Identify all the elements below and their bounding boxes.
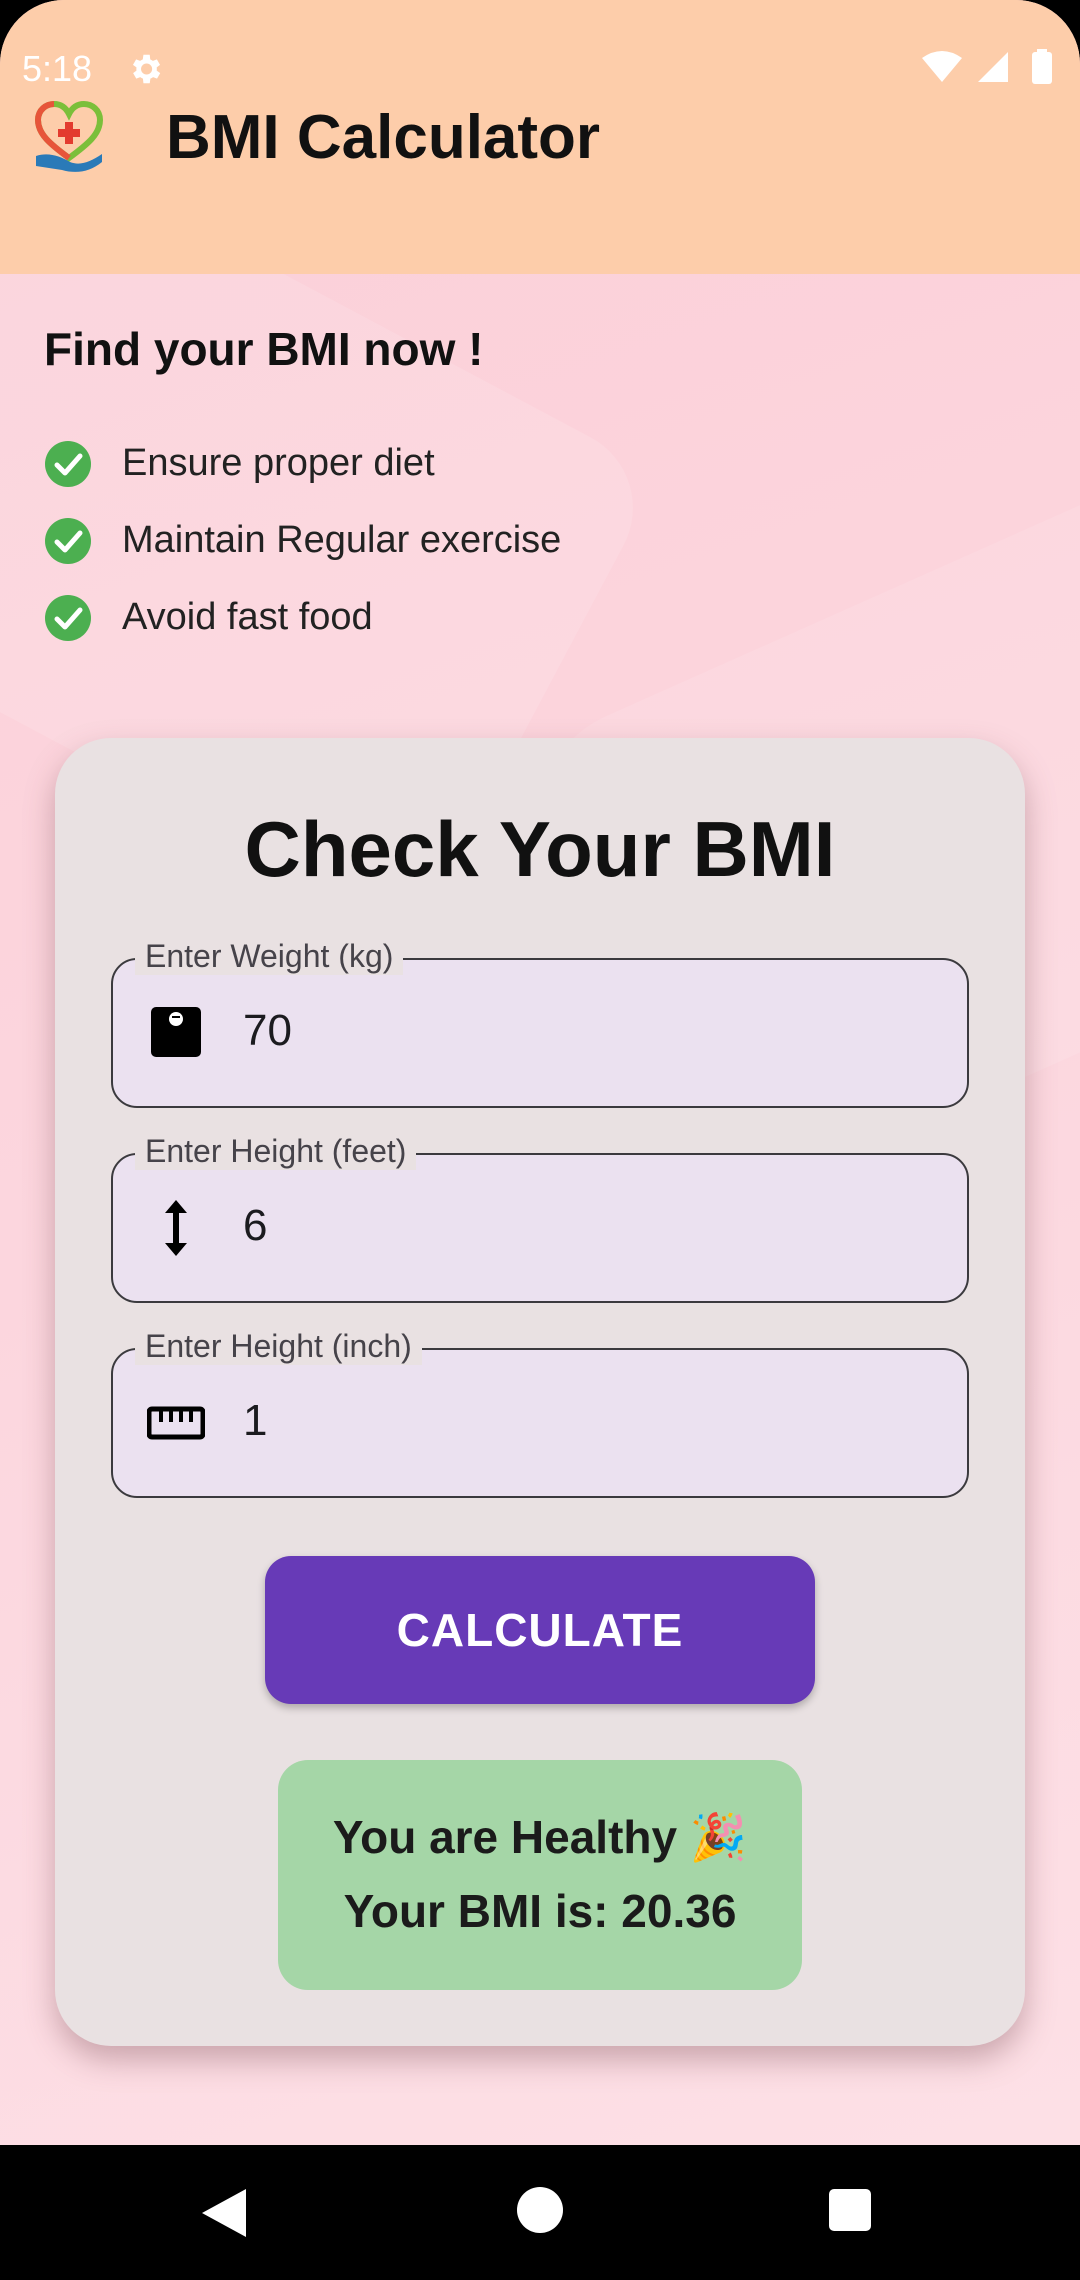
tip-label: Ensure proper diet bbox=[122, 442, 435, 484]
app-bar: 5:18 BMI Calculator bbox=[0, 0, 1080, 274]
check-circle-icon bbox=[45, 441, 91, 487]
check-circle-icon bbox=[45, 595, 91, 641]
check-circle-icon bbox=[45, 518, 91, 564]
wifi-icon bbox=[922, 51, 962, 82]
height-feet-input[interactable] bbox=[111, 1153, 969, 1303]
ruler-icon bbox=[147, 1406, 205, 1440]
settings-icon bbox=[132, 54, 161, 84]
tip-item: Avoid fast food bbox=[44, 586, 744, 646]
home-icon[interactable] bbox=[517, 2187, 563, 2233]
height-inch-value[interactable]: 1 bbox=[243, 1396, 267, 1446]
app-title: BMI Calculator bbox=[166, 103, 601, 172]
height-feet-field[interactable]: Enter Height (feet) 6 bbox=[111, 1133, 969, 1303]
status-bar: 5:18 bbox=[0, 40, 1080, 96]
tip-label: Avoid fast food bbox=[122, 596, 373, 638]
height-inch-label: Enter Height (inch) bbox=[135, 1328, 422, 1365]
tip-item: Ensure proper diet bbox=[44, 432, 744, 492]
back-icon[interactable] bbox=[200, 2187, 250, 2239]
height-inch-input[interactable] bbox=[111, 1348, 969, 1498]
calculate-button[interactable]: CALCULATE bbox=[265, 1556, 815, 1704]
height-feet-label: Enter Height (feet) bbox=[135, 1133, 417, 1170]
heart-hand-logo bbox=[34, 100, 104, 172]
result-box: You are Healthy 🎉 Your BMI is: 20.36 bbox=[278, 1760, 802, 1990]
scale-icon bbox=[151, 1007, 201, 1057]
tip-item: Maintain Regular exercise bbox=[44, 509, 744, 569]
tip-label: Maintain Regular exercise bbox=[122, 519, 562, 561]
card-title: Check Your BMI bbox=[244, 805, 836, 893]
weight-input[interactable] bbox=[111, 958, 969, 1108]
app-screen: 5:18 BMI Calculator Find your BMI now ! bbox=[0, 0, 1080, 2145]
weight-value[interactable]: 70 bbox=[243, 1006, 292, 1056]
intro-title: Find your BMI now ! bbox=[44, 323, 484, 375]
weight-label: Enter Weight (kg) bbox=[135, 938, 404, 975]
signal-icon bbox=[978, 52, 1008, 82]
weight-field[interactable]: Enter Weight (kg) 70 bbox=[111, 938, 969, 1108]
result-status: You are Healthy 🎉 bbox=[332, 1811, 748, 1863]
bmi-card: Check Your BMI Enter Weight (kg) 70 Ente… bbox=[55, 738, 1025, 2046]
battery-icon bbox=[1032, 52, 1052, 84]
result-bmi: Your BMI is: 20.36 bbox=[343, 1885, 737, 1937]
height-inch-field[interactable]: Enter Height (inch) 1 bbox=[111, 1328, 969, 1498]
recents-icon[interactable] bbox=[829, 2189, 871, 2231]
status-icons bbox=[922, 49, 1052, 84]
height-arrows-icon bbox=[165, 1200, 187, 1256]
navigation-bar bbox=[0, 2145, 1080, 2280]
height-feet-value[interactable]: 6 bbox=[243, 1201, 267, 1251]
status-time: 5:18 bbox=[22, 48, 93, 89]
